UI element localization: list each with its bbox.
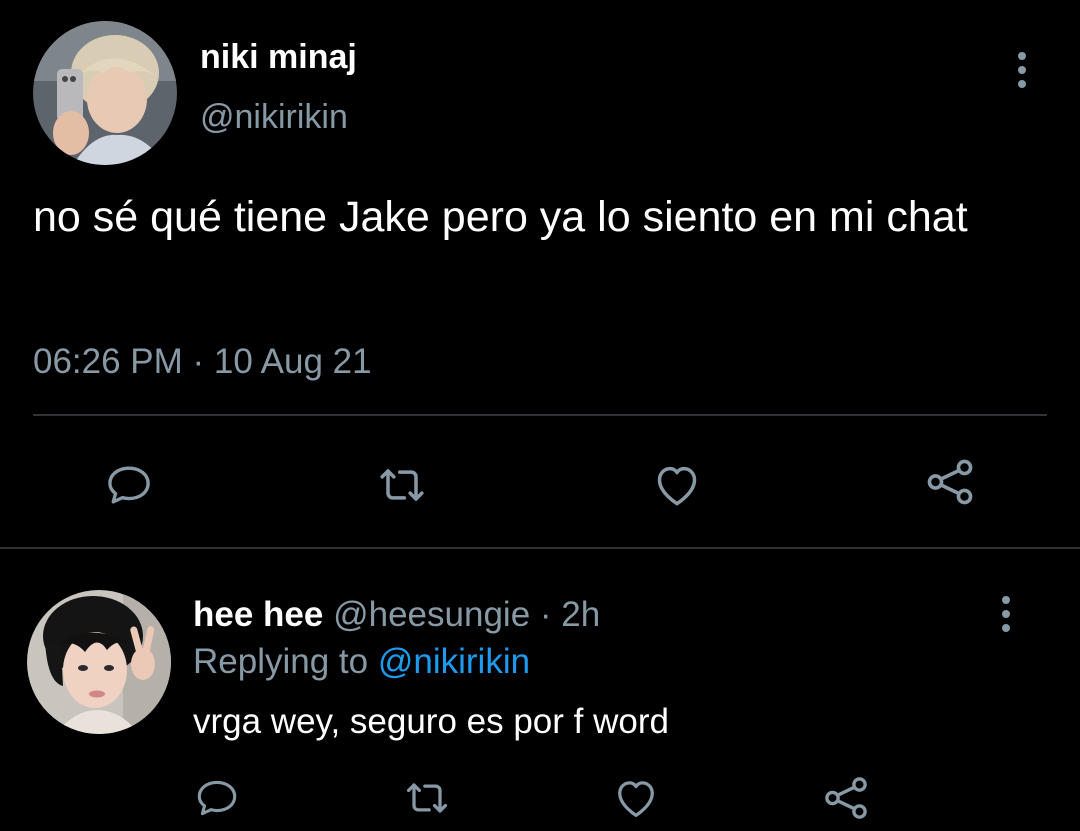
divider (0, 547, 1080, 549)
like-icon[interactable] (606, 768, 666, 828)
share-icon[interactable] (920, 452, 980, 512)
mention-link[interactable]: @nikirikin (378, 642, 530, 681)
reply-icon[interactable] (187, 768, 247, 828)
reply-icon[interactable] (99, 455, 159, 515)
tweet-timestamp[interactable]: 06:26 PM · 10 Aug 21 (33, 340, 372, 384)
reply-avatar[interactable] (27, 590, 171, 734)
author-display-name[interactable]: niki minaj (200, 36, 357, 78)
share-icon[interactable] (816, 768, 876, 828)
replying-to: Replying to @nikirikin (193, 640, 530, 684)
author-handle[interactable]: @nikirikin (200, 96, 348, 138)
reply-header: hee hee @heesungie · 2h (193, 593, 600, 637)
divider (33, 414, 1047, 416)
retweet-icon[interactable] (397, 768, 457, 828)
reply-time[interactable]: 2h (561, 595, 600, 634)
reply-display-name[interactable]: hee hee (193, 595, 323, 634)
more-vertical-icon[interactable] (1010, 46, 1034, 94)
retweet-icon[interactable] (372, 455, 432, 515)
reply-text: vrga wey, seguro es por f word (193, 702, 669, 741)
like-icon[interactable] (647, 455, 707, 515)
main-avatar[interactable] (33, 21, 177, 165)
reply-handle[interactable]: @heesungie (333, 595, 530, 634)
replying-prefix: Replying to (193, 642, 369, 681)
tweet-text: no sé qué tiene Jake pero ya lo siento e… (33, 193, 968, 241)
separator: · (539, 595, 552, 634)
more-vertical-icon[interactable] (994, 590, 1018, 638)
